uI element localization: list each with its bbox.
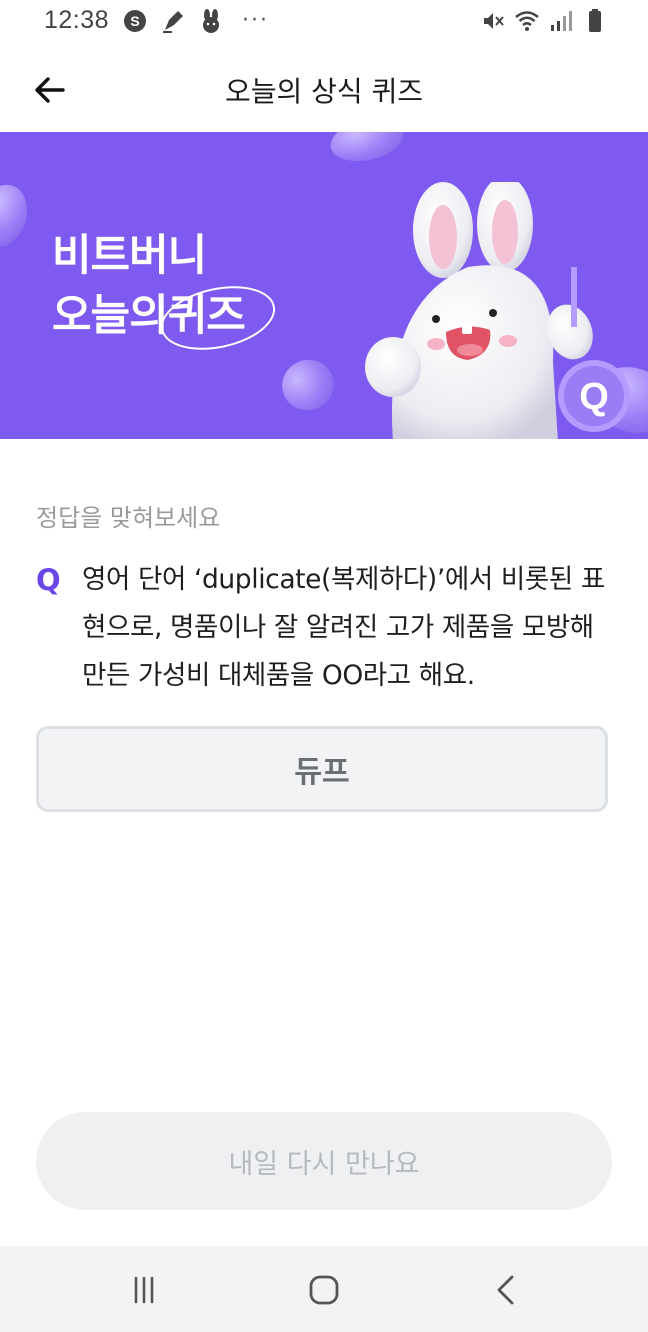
question-label: Q: [36, 563, 61, 597]
recent-apps-button[interactable]: [122, 1268, 166, 1312]
notification-icons: S ···: [122, 8, 269, 34]
highlight-ring: [154, 276, 281, 360]
back-nav-button[interactable]: [484, 1268, 528, 1312]
banner-line1: 비트버니: [52, 231, 207, 281]
status-time: 12:38: [44, 6, 110, 34]
more-notifications: ···: [242, 8, 269, 33]
mute-icon: [480, 8, 506, 34]
quiz-banner: 비트버니 오늘의 퀴즈 Q: [0, 132, 648, 439]
recent-apps-icon: [134, 1276, 154, 1304]
wifi-icon: [514, 8, 540, 34]
signal-icon: [548, 8, 574, 34]
samsung-pay-icon: S: [122, 8, 148, 34]
bunny-icon: [198, 8, 224, 34]
page-title: 오늘의 상식 퀴즈: [224, 75, 424, 108]
home-icon: [309, 1275, 339, 1305]
banner-line2: 오늘의 퀴즈: [52, 276, 281, 360]
system-nav-bar: [0, 1246, 648, 1332]
answer-option[interactable]: 듀프: [36, 726, 608, 812]
quiz-screen: 12:38 S ··· 오늘의 상식 퀴즈 비트버니 오늘의 퀴즈 Q 정답을 …: [0, 0, 648, 1332]
hint-text: 정답을 맞혀보세요: [36, 504, 221, 532]
see-you-tomorrow-button[interactable]: 내일 다시 만나요: [36, 1112, 612, 1210]
battery-icon: [582, 8, 608, 34]
banner-headline: 비트버니 오늘의 퀴즈: [52, 226, 281, 360]
svg-text:S: S: [130, 13, 139, 29]
question-text: 영어 단어 ‘duplicate(복제하다)’에서 비롯된 표현으로, 명품이나…: [82, 564, 605, 691]
status-bar: 12:38 S ···: [0, 0, 648, 46]
decorative-coin: [273, 351, 343, 419]
pen-icon: [160, 8, 186, 34]
decorative-coin: [326, 132, 408, 168]
back-nav-icon: [497, 1275, 514, 1305]
q-badge-icon: Q: [558, 360, 630, 432]
banner-line2-prefix: 오늘의: [52, 291, 169, 341]
system-icons: [480, 8, 608, 34]
q-badge-letter: Q: [579, 376, 609, 418]
banner-quiz-word: 퀴즈: [154, 276, 281, 360]
app-bar: 오늘의 상식 퀴즈: [0, 46, 648, 132]
home-button[interactable]: [302, 1268, 346, 1312]
decorative-coin: [0, 177, 36, 255]
